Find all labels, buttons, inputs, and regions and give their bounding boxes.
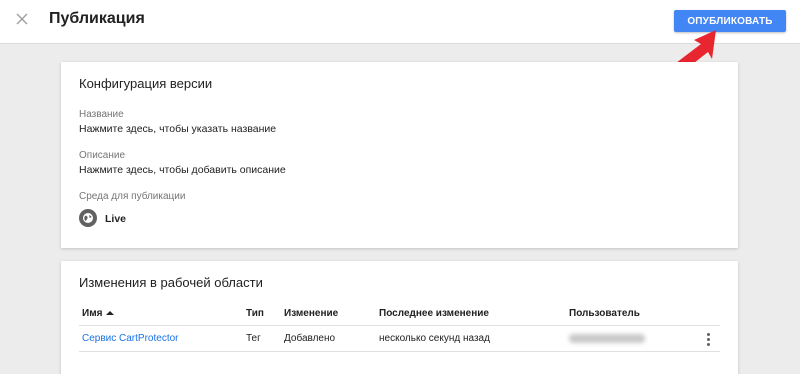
row-type: Тег	[246, 333, 261, 344]
row-last-change: несколько секунд назад	[379, 333, 490, 344]
description-field[interactable]: Нажмите здесь, чтобы добавить описание	[79, 164, 286, 176]
column-name-label: Имя	[82, 308, 103, 319]
description-label: Описание	[79, 150, 126, 161]
environment-label: Среда для публикации	[79, 191, 186, 202]
workspace-changes-card: Изменения в рабочей области Имя Тип Изме…	[61, 261, 738, 374]
sort-up-icon	[106, 308, 115, 319]
version-config-title: Конфигурация версии	[79, 76, 213, 91]
column-header-type: Тип	[246, 308, 264, 319]
table-header-divider	[79, 325, 720, 326]
table-row-divider	[79, 351, 720, 352]
workspace-changes-title: Изменения в рабочей области	[79, 275, 263, 290]
environment-name: Live	[105, 213, 127, 225]
column-header-last-change: Последнее изменение	[379, 308, 489, 319]
row-more-button[interactable]	[701, 330, 715, 348]
column-header-user: Пользователь	[569, 308, 640, 319]
name-field[interactable]: Нажмите здесь, чтобы указать название	[79, 123, 276, 135]
name-label: Название	[79, 109, 124, 120]
close-icon	[16, 12, 28, 30]
row-name-link[interactable]: Сервис CartProtector	[82, 333, 178, 344]
globe-icon	[79, 209, 97, 227]
more-vert-icon	[706, 332, 710, 346]
page-title: Публикация	[49, 10, 145, 27]
row-change: Добавлено	[284, 333, 336, 344]
row-user-redacted	[569, 334, 645, 343]
close-button[interactable]	[10, 9, 34, 33]
column-header-change: Изменение	[284, 308, 339, 319]
version-config-card: Конфигурация версии Название Нажмите зде…	[61, 62, 738, 248]
column-header-name[interactable]: Имя	[82, 308, 115, 319]
